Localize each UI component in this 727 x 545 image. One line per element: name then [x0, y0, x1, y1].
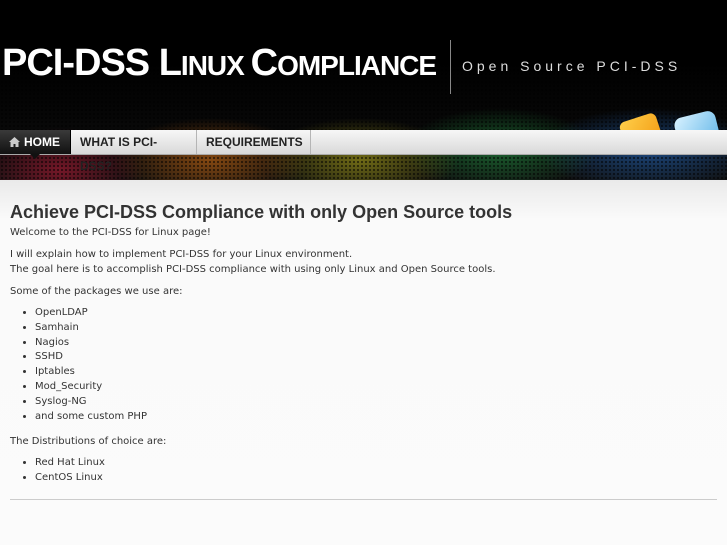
list-item: Red Hat Linux: [35, 456, 105, 471]
welcome-text: Welcome to the PCI-DSS for Linux page!: [10, 227, 211, 238]
site-title[interactable]: PCI-DSS LINUX COMPLIANCE: [2, 42, 437, 85]
nav-item-home[interactable]: HOME: [0, 130, 71, 154]
packages-list: OpenLDAP Samhain Nagios SSHD Iptables Mo…: [10, 306, 147, 424]
home-icon: [9, 137, 20, 147]
nav-item-label: REQUIREMENTS: [206, 135, 303, 149]
list-item: Samhain: [35, 321, 147, 336]
nav-item-what-is-pci-dss[interactable]: WHAT IS PCI-DSS?: [71, 130, 197, 173]
distros-intro: The Distributions of choice are:: [10, 436, 167, 447]
list-item: SSHD: [35, 350, 147, 365]
nav-active-indicator: [30, 154, 40, 159]
main-nav: HOME WHAT IS PCI-DSS? REQUIREMENTS: [0, 130, 727, 173]
main-content: Achieve PCI-DSS Compliance with only Ope…: [0, 180, 727, 545]
list-item: Nagios: [35, 336, 147, 351]
packages-intro: Some of the packages we use are:: [10, 286, 183, 297]
list-item: Syslog-NG: [35, 395, 147, 410]
site-title-part: L: [158, 42, 182, 84]
site-title-part: PCI-DSS: [2, 42, 159, 84]
list-item: CentOS Linux: [35, 471, 105, 486]
list-item: OpenLDAP: [35, 306, 147, 321]
content-divider: [10, 499, 717, 500]
title-divider: [450, 40, 451, 94]
nav-item-requirements[interactable]: REQUIREMENTS: [197, 130, 311, 154]
list-item: Iptables: [35, 365, 147, 380]
list-item: and some custom PHP: [35, 410, 147, 425]
intro-line-1: I will explain how to implement PCI-DSS …: [10, 249, 353, 260]
distros-list: Red Hat Linux CentOS Linux: [10, 456, 105, 486]
page-heading: Achieve PCI-DSS Compliance with only Ope…: [10, 202, 513, 222]
intro-line-2: The goal here is to accomplish PCI-DSS c…: [10, 264, 496, 275]
nav-item-label: HOME: [24, 135, 60, 149]
site-title-part: C: [250, 42, 278, 84]
site-tagline: Open Source PCI-DSS: [462, 58, 682, 74]
site-title-part: OMPLIANCE: [277, 50, 437, 81]
site-title-part: INUX: [180, 50, 251, 81]
list-item: Mod_Security: [35, 380, 147, 395]
